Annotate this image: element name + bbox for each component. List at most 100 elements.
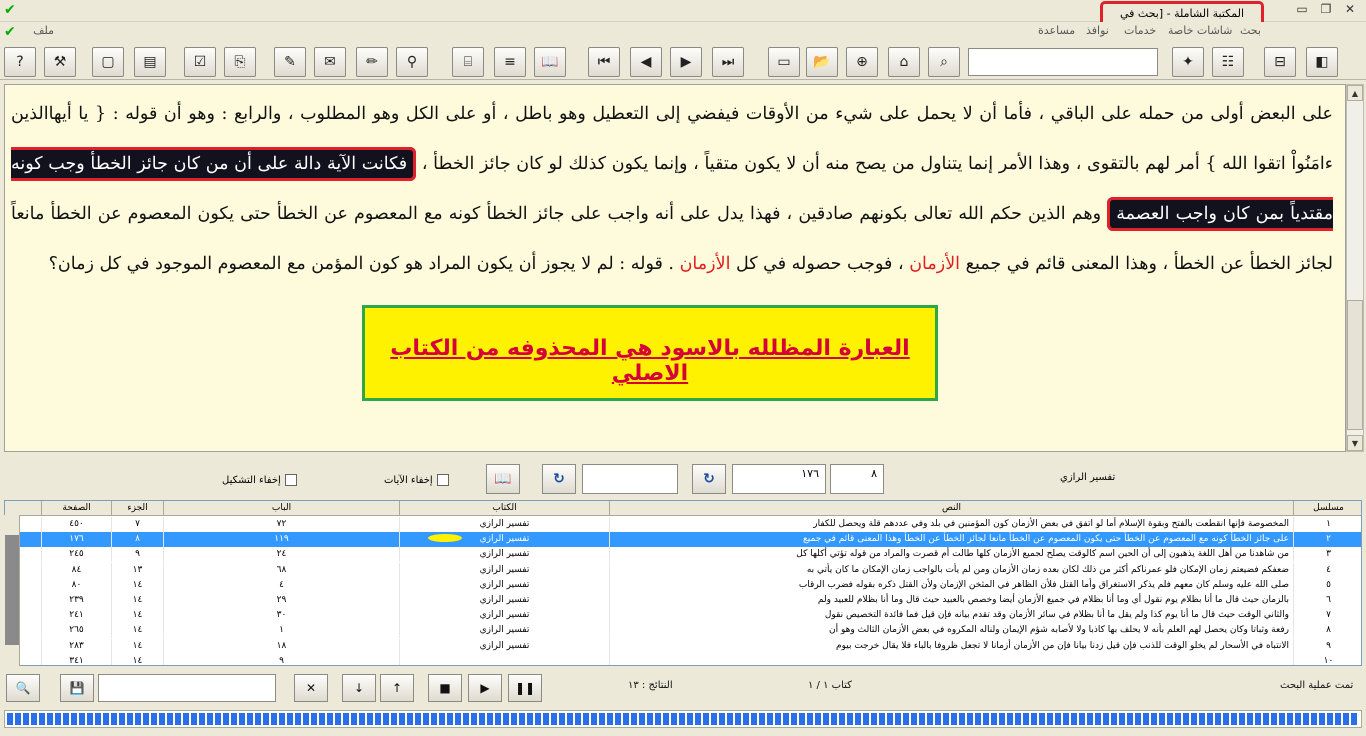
stop-button[interactable]: ■	[428, 674, 462, 702]
up-button[interactable]: ↑	[380, 674, 414, 702]
page-field[interactable]: ١٧٦	[732, 464, 826, 494]
table-row[interactable]: ٩ الانتباه في الأسحار لم يخلو الوقت للذنب…	[5, 638, 1361, 654]
table-row[interactable]: ٣ من شاهدنا من أهل اللغة يذهبون إلى أن ال…	[5, 547, 1361, 563]
scroll-up-icon[interactable]: ▲	[1347, 85, 1363, 101]
search-controls: تفسير الرازي ٨ ١٧٦ ↻ ↻ 📖 إخفاء الآيات إخ…	[0, 455, 1366, 500]
close-button[interactable]: ✕	[1338, 1, 1362, 17]
cell-book: تفسير الرازي	[399, 593, 609, 608]
book-icon[interactable]: ⊟	[1264, 47, 1296, 77]
copy-icon[interactable]: ⎘	[224, 47, 256, 77]
book-open-icon[interactable]: 📖	[486, 464, 520, 494]
header-text[interactable]: النص	[609, 501, 1293, 516]
scroll-thumb[interactable]	[1347, 300, 1363, 430]
pause-button[interactable]: ❚❚	[508, 674, 542, 702]
header-chapter[interactable]: الباب	[163, 501, 399, 516]
cell-serial: ٢	[1293, 532, 1361, 548]
cell-text: على جائز الخطأ كونه مع المعصوم عن الخطأ …	[609, 532, 1293, 548]
browse-icon[interactable]: ⌂	[888, 47, 920, 77]
hide-diacritics-checkbox[interactable]: إخفاء التشكيل	[222, 474, 297, 486]
help-icon[interactable]: ?	[4, 47, 36, 77]
go-page-button[interactable]: ↻	[692, 464, 726, 494]
new-doc-icon[interactable]: ▢	[92, 47, 124, 77]
cell-book	[399, 653, 609, 665]
pencil-icon[interactable]: ✏	[356, 47, 388, 77]
edit-doc-icon[interactable]: ✎	[274, 47, 306, 77]
table-scroll-thumb[interactable]	[5, 535, 19, 645]
find-field[interactable]	[98, 674, 276, 702]
search-icon[interactable]: 🔍	[6, 674, 40, 702]
text-scrollbar[interactable]: ▲ ▼	[1346, 84, 1364, 452]
prev-icon[interactable]: ◀	[630, 47, 662, 77]
menu-services[interactable]: خدمات	[1124, 24, 1156, 37]
clear-button[interactable]: ✕	[294, 674, 328, 702]
cell-serial: ٣	[1293, 547, 1361, 563]
checklist-icon[interactable]: ☑	[184, 47, 216, 77]
table-scrollbar[interactable]	[4, 515, 20, 666]
table-row[interactable]: ١٠ ٩ ١٤ ٣٤١	[5, 653, 1361, 665]
hide-verses-box[interactable]	[436, 474, 449, 486]
toolbar-search-input[interactable]	[968, 48, 1158, 76]
first-icon[interactable]: ⏮	[588, 47, 620, 77]
part-field[interactable]: ٨	[830, 464, 884, 494]
cell-text: المخصوصة فإنها انقطعت بالفتح وبقوة الإسل…	[609, 517, 1293, 532]
hide-diacritics-label: إخفاء التشكيل	[222, 475, 281, 486]
menu-search[interactable]: بحث	[1240, 24, 1261, 37]
menu-help[interactable]: مساعدة	[1038, 24, 1075, 37]
header-page[interactable]: الصفحة	[41, 501, 111, 516]
cell-book: تفسير الرازي	[399, 547, 609, 563]
table-row[interactable]: ٧ والثاني الوقت حيث قال ما أنا يوم كذا ول…	[5, 608, 1361, 624]
cell-page: ٢٦٥	[41, 623, 111, 639]
cell-text: رفعة وثباتا وكان يحصل لهم العلم بأنه لا …	[609, 623, 1293, 639]
toolbar: ? ⚒ ▢ ▤ ☑ ⎘ ✎ ✉ ✏ ⚲ ⌸ ≡ 📖 ⏮ ◀ ▶ ⏭ ▭ 📂 ⊕ ⌂ ⌕ ✦ ☷ ⊟ ◧	[0, 44, 1366, 80]
progress-fill	[7, 713, 1359, 725]
toc-icon[interactable]: ☷	[1212, 47, 1244, 77]
text-part-4: . قوله : لم لا يجوز أن يكون المراد هو كو…	[48, 254, 674, 274]
minimize-button[interactable]: ▭	[1290, 1, 1314, 17]
hide-verses-checkbox[interactable]: إخفاء الآيات	[384, 474, 449, 486]
cell-page: ٤٥٠	[41, 517, 111, 532]
table-row[interactable]: ٥ صلى الله عليه وسلم كان معهم فلم يذكر ال…	[5, 577, 1361, 593]
menu-special-screens[interactable]: شاشات خاصة	[1168, 24, 1232, 37]
cell-page: ٨٠	[41, 577, 111, 593]
cell-part: ١٣	[111, 562, 163, 578]
last-icon[interactable]: ⏭	[712, 47, 744, 77]
table-row[interactable]: ١ المخصوصة فإنها انقطعت بالفتح وبقوة الإس…	[5, 517, 1361, 532]
hide-diacritics-box[interactable]	[284, 474, 297, 486]
table-row[interactable]: ٤ ضعفكم فضيعتم زمان الإمكان فلو عمرناكم أ…	[5, 562, 1361, 578]
restore-button[interactable]: ❐	[1314, 1, 1338, 17]
book-open-icon[interactable]: 📖	[534, 47, 566, 77]
table-row[interactable]: ٨ رفعة وثباتا وكان يحصل لهم العلم بأنه لا…	[5, 623, 1361, 639]
notice-text: العبارة المظلله بالاسود هي المحذوفه من ا…	[390, 336, 910, 386]
goto-field[interactable]	[582, 464, 678, 494]
header-book[interactable]: الكتاب	[399, 501, 609, 516]
goto-button[interactable]: ↻	[542, 464, 576, 494]
bookmark-icon[interactable]: ✦	[1172, 47, 1204, 77]
tree-icon[interactable]: ⚲	[396, 47, 428, 77]
cell-part: ١٤	[111, 577, 163, 593]
report-icon[interactable]: ✉	[314, 47, 346, 77]
cell-chapter: ٤	[163, 577, 399, 593]
properties-icon[interactable]: ⌸	[452, 47, 484, 77]
menu-file[interactable]: ملف	[33, 24, 54, 37]
scroll-down-icon[interactable]: ▼	[1347, 435, 1363, 451]
next-icon[interactable]: ▶	[670, 47, 702, 77]
table-row[interactable]: ٦ بالزمان حيث قال ما أنا بظلام يوم نقول أ…	[5, 593, 1361, 608]
window-icon[interactable]: ▭	[768, 47, 800, 77]
table-icon[interactable]: ▤	[134, 47, 166, 77]
folder-icon[interactable]: 📂	[806, 47, 838, 77]
cell-chapter: ٩	[163, 653, 399, 665]
cell-part: ٩	[111, 547, 163, 563]
cell-text: صلى الله عليه وسلم كان معهم فلم يذكر الا…	[609, 577, 1293, 593]
tools-icon[interactable]: ⚒	[44, 47, 76, 77]
book-closed-icon[interactable]: ◧	[1306, 47, 1338, 77]
menu-windows[interactable]: نوافذ	[1086, 24, 1109, 37]
binoculars-icon[interactable]: ⊕	[846, 47, 878, 77]
down-button[interactable]: ↓	[342, 674, 376, 702]
table-row[interactable]: ٢ على جائز الخطأ كونه مع المعصوم عن الخطأ…	[5, 532, 1361, 548]
search-icon[interactable]: ⌕	[928, 47, 960, 77]
play-button[interactable]: ▶	[468, 674, 502, 702]
header-part[interactable]: الجزء	[111, 501, 163, 516]
save-icon[interactable]: 💾	[60, 674, 94, 702]
header-serial[interactable]: مسلسل	[1293, 501, 1361, 516]
list-icon[interactable]: ≡	[494, 47, 526, 77]
